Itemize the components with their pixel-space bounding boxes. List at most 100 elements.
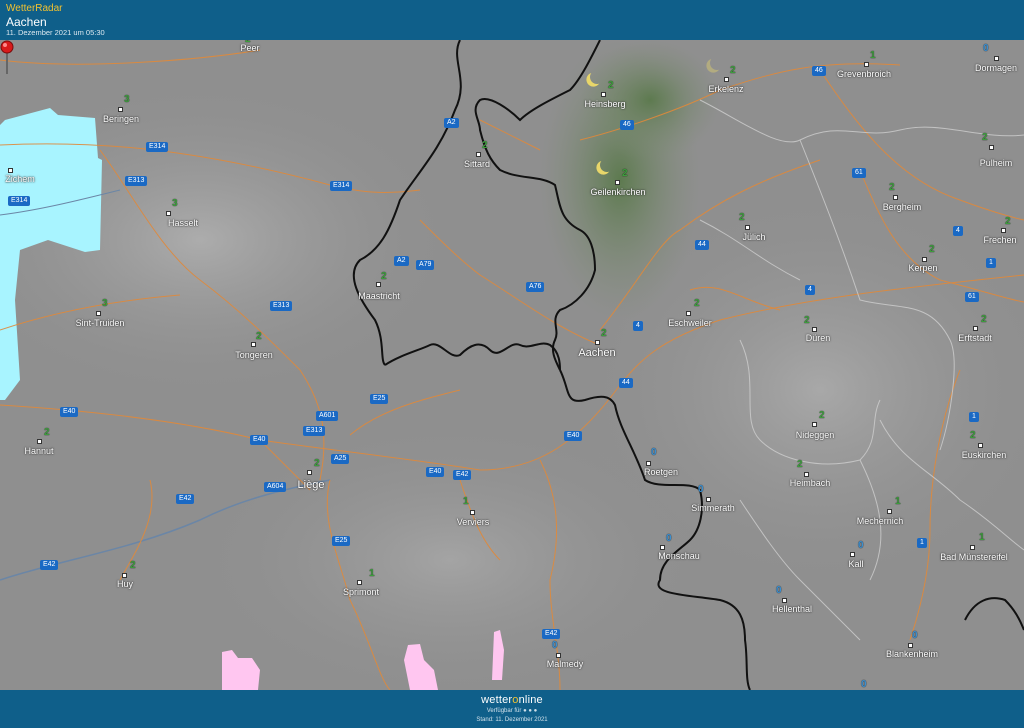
city-verviers[interactable]: Verviers xyxy=(457,517,490,527)
city-eschweiler[interactable]: Eschweiler xyxy=(668,318,712,328)
city-aachen[interactable]: Aachen xyxy=(578,347,615,359)
city-dot xyxy=(893,195,898,200)
road-label-61: 61 xyxy=(965,292,979,302)
city-kerpen[interactable]: Kerpen xyxy=(908,263,937,273)
road-label-e42: E42 xyxy=(542,629,561,639)
weather-symbol: 2 xyxy=(622,168,628,179)
road-label-1: 1 xyxy=(986,258,996,268)
road-label-a2: A2 xyxy=(394,256,409,266)
city-malmedy[interactable]: Malmedy xyxy=(547,659,584,669)
city-dot xyxy=(864,62,869,67)
weather-symbol: 2 xyxy=(601,328,607,339)
city-euskirchen[interactable]: Euskirchen xyxy=(962,450,1007,460)
city-zichem[interactable]: Zichem xyxy=(5,174,35,184)
road-label-a25: A25 xyxy=(331,454,350,464)
city-dot xyxy=(745,225,750,230)
city-dot xyxy=(812,422,817,427)
weather-symbol: 2 xyxy=(482,140,488,151)
city-dot xyxy=(970,545,975,550)
city-maastricht[interactable]: Maastricht xyxy=(358,291,400,301)
weather-symbol: 0 xyxy=(651,447,657,458)
city-tongeren[interactable]: Tongeren xyxy=(235,350,273,360)
road-label-4: 4 xyxy=(953,226,963,236)
available-label: Verfügbar für xyxy=(486,708,522,714)
road-label-e42: E42 xyxy=(453,470,472,480)
city-duren[interactable]: Düren xyxy=(806,333,831,343)
city-dot xyxy=(812,327,817,332)
city-grevenbroich[interactable]: Grevenbroich xyxy=(837,69,891,79)
city-hellenthal[interactable]: Hellenthal xyxy=(772,604,812,614)
city-peer[interactable]: Peer xyxy=(240,43,259,53)
city-heinsberg[interactable]: Heinsberg xyxy=(584,99,625,109)
road-label-e313: E313 xyxy=(125,176,148,186)
city-erftstadt[interactable]: Erftstadt xyxy=(958,333,992,343)
weather-symbol: 3 xyxy=(172,198,178,209)
city-dot xyxy=(850,552,855,557)
city-hasselt[interactable]: Hasselt xyxy=(168,218,198,228)
weather-symbol: 2 xyxy=(797,459,803,470)
city-monschau[interactable]: Monschau xyxy=(658,551,700,561)
city-dot xyxy=(908,643,913,648)
city-liege[interactable]: Liège xyxy=(298,479,325,491)
location-title: Aachen xyxy=(6,15,47,29)
city-dot xyxy=(470,510,475,515)
weather-symbol: 0 xyxy=(858,540,864,551)
road-label-46: 46 xyxy=(812,66,826,76)
city-dot xyxy=(556,653,561,658)
city-dot xyxy=(724,77,729,82)
weather-symbol: 2 xyxy=(739,212,745,223)
header-bar: WetterRadar Aachen 11. Dezember 2021 um … xyxy=(0,0,1024,40)
city-erkelenz[interactable]: Erkelenz xyxy=(708,84,743,94)
city-simmerath[interactable]: Simmerath xyxy=(691,503,735,513)
city-beringen[interactable]: Beringen xyxy=(103,114,139,124)
city-dot xyxy=(989,145,994,150)
city-sprimont[interactable]: Sprimont xyxy=(343,587,379,597)
city-nideggen[interactable]: Nideggen xyxy=(796,430,835,440)
road-label-e40: E40 xyxy=(250,435,269,445)
weather-symbol: 1 xyxy=(979,532,985,543)
road-label-e42: E42 xyxy=(40,560,59,570)
city-heimbach[interactable]: Heimbach xyxy=(790,478,831,488)
city-dot xyxy=(307,470,312,475)
radar-map[interactable]: A2 E314 E313 E314 E314 46 46 61 44 4 4 1… xyxy=(0,40,1024,690)
weather-symbol: 3 xyxy=(102,298,108,309)
road-label-e25: E25 xyxy=(370,394,389,404)
city-kall[interactable]: Kall xyxy=(848,559,863,569)
city-mechernich[interactable]: Mechernich xyxy=(857,516,904,526)
weather-symbol: 0 xyxy=(666,533,672,544)
city-huy[interactable]: Huy xyxy=(117,579,133,589)
city-bergheim[interactable]: Bergheim xyxy=(883,202,922,212)
weather-symbol: 0 xyxy=(912,630,918,641)
city-dot xyxy=(476,152,481,157)
weather-symbol: 2 xyxy=(730,65,736,76)
city-dot xyxy=(357,580,362,585)
road-label-1: 1 xyxy=(917,538,927,548)
city-frechen[interactable]: Frechen xyxy=(983,235,1016,245)
city-julich[interactable]: Jülich xyxy=(742,232,765,242)
city-dot xyxy=(887,509,892,514)
road-label-46: 46 xyxy=(620,120,634,130)
city-dormagen[interactable]: Dormagen xyxy=(975,63,1017,73)
road-label-e40: E40 xyxy=(564,431,583,441)
city-pulheim[interactable]: Pulheim xyxy=(980,158,1013,168)
weather-symbol: 2 xyxy=(381,271,387,282)
logo-part: wetter xyxy=(481,694,513,706)
city-sinttruiden[interactable]: Sint-Truiden xyxy=(76,318,125,328)
weather-symbol: 2 xyxy=(1005,216,1011,227)
location-pin-icon[interactable] xyxy=(0,40,14,76)
city-geilenkirchen[interactable]: Geilenkirchen xyxy=(590,187,645,197)
city-blankenheim[interactable]: Blankenheim xyxy=(886,649,938,659)
weather-symbol: 2 xyxy=(981,314,987,325)
weather-symbol: 2 xyxy=(694,298,700,309)
city-hannut[interactable]: Hannut xyxy=(24,446,53,456)
city-dot xyxy=(804,472,809,477)
city-roetgen[interactable]: Roetgen xyxy=(644,467,678,477)
weather-symbol: 2 xyxy=(314,458,320,469)
city-badmunstereifel[interactable]: Bad Münstereifel xyxy=(940,552,1008,562)
city-sittard[interactable]: Sittard xyxy=(464,159,490,169)
road-label-e40: E40 xyxy=(426,467,445,477)
weather-symbol: 2 xyxy=(819,410,825,421)
road-label-44: 44 xyxy=(619,378,633,388)
wetteronline-logo: wetteronline xyxy=(0,694,1024,706)
weather-symbol: 2 xyxy=(44,427,50,438)
